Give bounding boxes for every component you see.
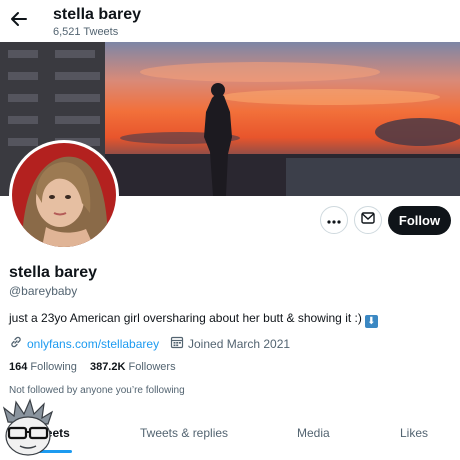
profile-link[interactable]: onlyfans.com/stellabarey	[27, 337, 159, 351]
message-button[interactable]	[354, 206, 382, 234]
profile-handle: @bareybaby	[9, 284, 78, 298]
not-followed-notice: Not followed by anyone you’re following	[9, 385, 185, 396]
more-dots-icon	[327, 211, 341, 229]
tab-media[interactable]: Media	[297, 426, 330, 440]
calendar-icon	[170, 335, 184, 352]
joined-date-row: Joined March 2021	[170, 335, 290, 352]
following-link[interactable]: 164 Following	[9, 361, 77, 373]
followers-link[interactable]: 387.2K Followers	[90, 361, 176, 373]
mail-icon	[361, 211, 375, 229]
profile-bio: just a 23yo American girl oversharing ab…	[9, 311, 378, 328]
following-count: 164	[9, 361, 28, 373]
bio-text: just a 23yo American girl oversharing ab…	[9, 311, 362, 325]
watermark-mascot-icon	[0, 398, 58, 458]
tab-likes[interactable]: Likes	[400, 426, 428, 440]
header-name: stella barey	[53, 6, 142, 23]
link-icon	[9, 335, 23, 352]
profile-header-bar: stella barey 6,521 Tweets	[0, 0, 460, 42]
follow-button[interactable]: Follow	[388, 206, 451, 235]
more-options-button[interactable]	[320, 206, 348, 234]
down-arrow-emoji-icon: ⬇	[364, 315, 378, 328]
avatar[interactable]	[9, 140, 119, 250]
tab-tweets-replies[interactable]: Tweets & replies	[140, 426, 228, 440]
arrow-left-icon[interactable]	[8, 8, 30, 30]
profile-tabs: Tweets Tweets & replies Media Likes	[0, 416, 460, 460]
profile-name: stella barey	[9, 264, 98, 281]
joined-date: Joined March 2021	[188, 336, 291, 351]
profile-link-row[interactable]: onlyfans.com/stellabarey	[9, 335, 159, 352]
followers-count: 387.2K	[89, 361, 126, 373]
followers-label: Followers	[128, 361, 176, 373]
header-tweet-count: 6,521 Tweets	[53, 26, 119, 38]
following-label: Following	[30, 361, 77, 373]
follow-stats: 164 Following 387.2K Followers	[9, 361, 176, 373]
